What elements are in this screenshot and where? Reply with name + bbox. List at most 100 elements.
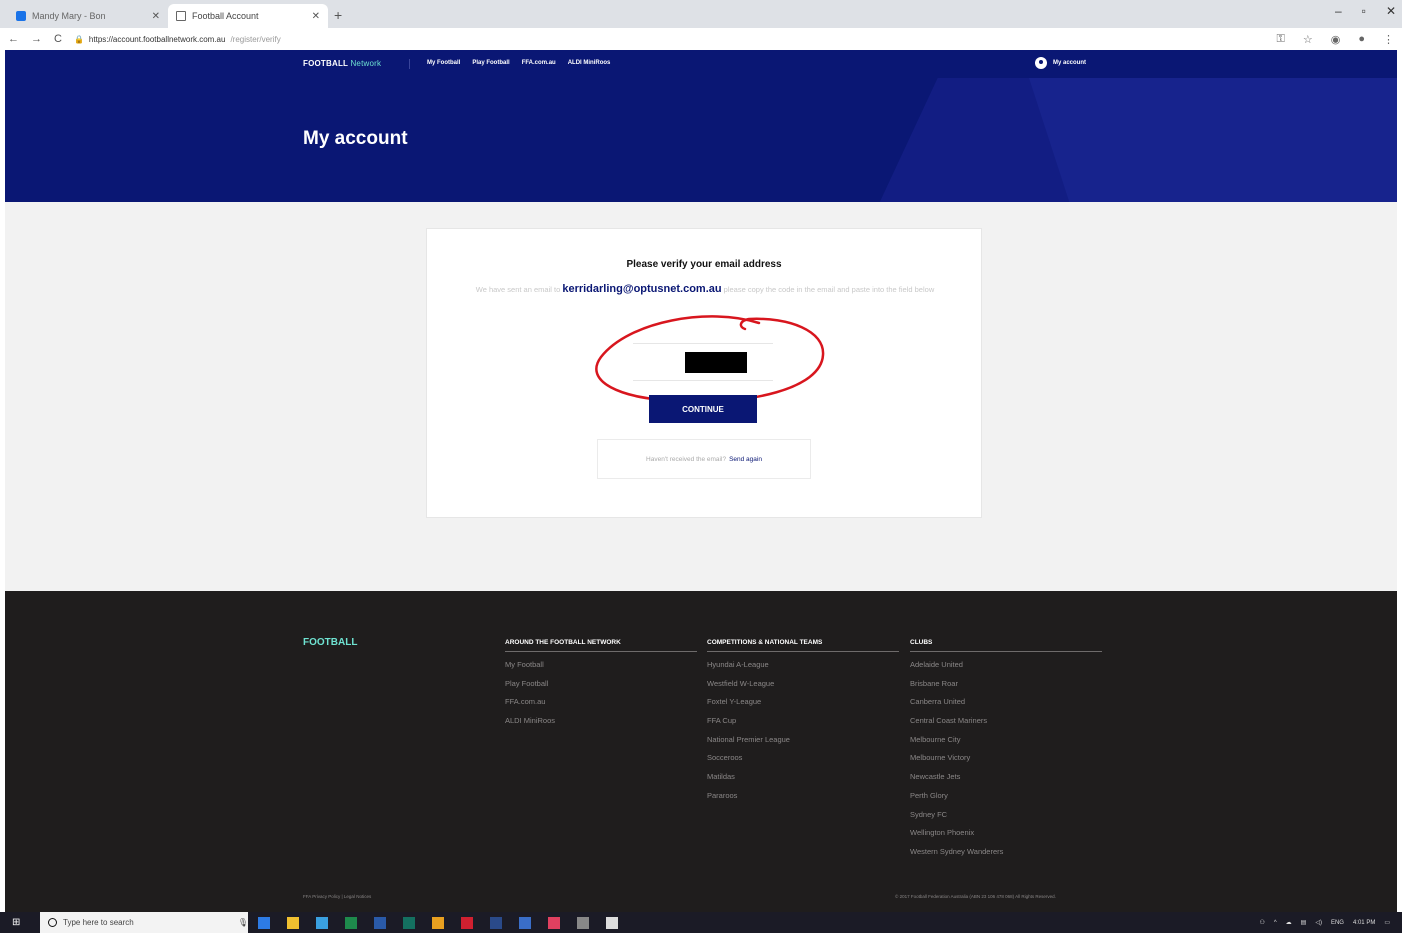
network-icon[interactable]: ▤ bbox=[1301, 919, 1307, 926]
people-icon[interactable] bbox=[519, 916, 531, 929]
volume-icon[interactable]: ◁) bbox=[1315, 919, 1322, 926]
footer-link[interactable]: Melbourne City bbox=[910, 735, 1102, 754]
send-again-link[interactable]: Send again bbox=[729, 456, 762, 463]
footer-link[interactable]: Hyundai A-League bbox=[707, 660, 899, 679]
taskbar-apps bbox=[258, 916, 618, 929]
footer-link[interactable]: Central Coast Mariners bbox=[910, 716, 1102, 735]
footer-link[interactable]: Pararoos bbox=[707, 791, 899, 810]
key-icon[interactable]: ⚿ bbox=[1276, 33, 1284, 46]
people-tray-icon[interactable]: ⚇ bbox=[1259, 919, 1264, 926]
footer-link[interactable]: Play Football bbox=[505, 679, 697, 698]
my-account-link[interactable]: My account bbox=[1035, 57, 1086, 69]
window-close-icon[interactable]: ✕ bbox=[1386, 4, 1396, 18]
reload-icon[interactable]: C bbox=[54, 33, 62, 45]
nav-link-my-football[interactable]: My Football bbox=[427, 60, 460, 66]
footer-column-clubs: CLUBS Adelaide United Brisbane Roar Canber… bbox=[910, 639, 1102, 866]
profile-icon[interactable]: ● bbox=[1358, 33, 1365, 46]
microphone-icon[interactable]: 🎙 bbox=[238, 918, 248, 927]
footer-link[interactable]: Westfield W-League bbox=[707, 679, 899, 698]
brand-suffix: Network bbox=[350, 59, 382, 68]
verify-email-address: kerridarling@optusnet.com.au bbox=[562, 283, 722, 295]
windows-start-icon[interactable]: ⊞ bbox=[12, 917, 30, 928]
main-content: Please verify your email address We have… bbox=[5, 202, 1397, 591]
publisher-icon[interactable] bbox=[403, 916, 415, 929]
site-logo[interactable]: FOOTBALL Network bbox=[303, 59, 381, 68]
footer-link[interactable]: Sydney FC bbox=[910, 810, 1102, 829]
browser-tab-1[interactable]: Mandy Mary - Bon ✕ bbox=[8, 4, 168, 28]
tab-close-icon[interactable]: ✕ bbox=[152, 11, 160, 22]
continue-button[interactable]: CONTINUE bbox=[649, 395, 757, 423]
footer-link[interactable]: Canberra United bbox=[910, 697, 1102, 716]
bookmark-star-icon[interactable]: ☆ bbox=[1303, 33, 1313, 46]
footer-link[interactable]: ALDI MiniRoos bbox=[505, 716, 697, 735]
footer-link[interactable]: Perth Glory bbox=[910, 791, 1102, 810]
photos-icon[interactable] bbox=[606, 916, 618, 929]
taskbar-search[interactable]: Type here to search 🎙 bbox=[40, 912, 248, 933]
verification-code-input[interactable] bbox=[633, 343, 773, 381]
onedrive-icon[interactable]: ☁ bbox=[1286, 919, 1292, 926]
show-hidden-icon[interactable]: ^ bbox=[1274, 920, 1277, 926]
maximize-icon[interactable]: ▫ bbox=[1362, 4, 1366, 18]
language-indicator[interactable]: ENG bbox=[1331, 920, 1344, 926]
footer-column-heading: AROUND THE FOOTBALL NETWORK bbox=[505, 639, 697, 652]
footer-legal-links[interactable]: FFA Privacy Policy | Legal Notices bbox=[303, 894, 371, 899]
footer-copyright: © 2017 Football Federation Australia (AB… bbox=[895, 894, 1056, 899]
nav-link-play-football[interactable]: Play Football bbox=[472, 60, 509, 66]
brand-name: FOOTBALL bbox=[303, 59, 349, 68]
notifications-icon[interactable]: ▭ bbox=[1384, 919, 1390, 926]
footer-link[interactable]: Foxtel Y-League bbox=[707, 697, 899, 716]
footer-link[interactable]: Matildas bbox=[707, 772, 899, 791]
file-explorer-icon[interactable] bbox=[287, 916, 299, 929]
forward-icon[interactable]: → bbox=[31, 33, 42, 45]
nav-links: My Football Play Football FFA.com.au ALD… bbox=[427, 60, 610, 66]
lightroom-icon[interactable] bbox=[490, 916, 502, 929]
verify-heading: Please verify your email address bbox=[626, 259, 782, 270]
app-icon[interactable] bbox=[577, 916, 589, 929]
footer-logo[interactable]: FOOTBALL bbox=[303, 637, 357, 648]
acrobat-icon[interactable] bbox=[461, 916, 473, 929]
footer-link[interactable]: Wellington Phoenix bbox=[910, 828, 1102, 847]
resend-question: Haven't received the email? bbox=[646, 455, 727, 463]
app-icon[interactable] bbox=[548, 916, 560, 929]
os-taskbar: ⊞ Type here to search 🎙 ⚇ ^ ☁ ▤ ◁) ENG 4… bbox=[0, 912, 1402, 933]
browser-tab-2[interactable]: Football Account ✕ bbox=[168, 4, 328, 28]
footer-link[interactable]: FFA.com.au bbox=[505, 697, 697, 716]
store-icon[interactable] bbox=[316, 916, 328, 929]
browser-chrome: Mandy Mary - Bon ✕ Football Account ✕ + … bbox=[0, 0, 1402, 50]
footer-link[interactable]: Socceroos bbox=[707, 753, 899, 772]
hero-banner: My account bbox=[5, 78, 1397, 202]
tab-strip: Mandy Mary - Bon ✕ Football Account ✕ + bbox=[0, 0, 1402, 28]
verify-message: We have sent an email to kerridarling@op… bbox=[467, 283, 943, 296]
chrome-icon[interactable] bbox=[432, 916, 444, 929]
verify-message-post: please copy the code in the email and pa… bbox=[721, 285, 935, 294]
footer-link[interactable]: National Premier League bbox=[707, 735, 899, 754]
footer-link[interactable]: Newcastle Jets bbox=[910, 772, 1102, 791]
nav-link-ffa[interactable]: FFA.com.au bbox=[522, 60, 556, 66]
tab-close-icon[interactable]: ✕ bbox=[312, 11, 320, 22]
new-tab-icon[interactable]: + bbox=[334, 7, 342, 23]
word-icon[interactable] bbox=[374, 916, 386, 929]
nav-link-miniroos[interactable]: ALDI MiniRoos bbox=[568, 60, 611, 66]
footer-link[interactable]: FFA Cup bbox=[707, 716, 899, 735]
resend-email-box: Haven't received the email? Send again bbox=[597, 439, 811, 479]
window-controls: – ▫ ✕ bbox=[1335, 4, 1396, 18]
url-main: https://account.footballnetwork.com.au bbox=[88, 34, 226, 44]
edge-icon[interactable] bbox=[258, 916, 270, 929]
footer-link[interactable]: My Football bbox=[505, 660, 697, 679]
footer-column-network: AROUND THE FOOTBALL NETWORK My Football P… bbox=[505, 639, 697, 735]
footer-link[interactable]: Western Sydney Wanderers bbox=[910, 847, 1102, 866]
back-icon[interactable]: ← bbox=[8, 33, 19, 45]
lock-icon: 🔒 bbox=[73, 34, 84, 44]
menu-icon[interactable]: ⋮ bbox=[1383, 33, 1394, 46]
excel-icon[interactable] bbox=[345, 916, 357, 929]
clock[interactable]: 4:01 PM bbox=[1353, 920, 1375, 926]
footer-link[interactable]: Brisbane Roar bbox=[910, 679, 1102, 698]
footer-link[interactable]: Melbourne Victory bbox=[910, 753, 1102, 772]
minimize-icon[interactable]: – bbox=[1335, 4, 1342, 18]
extension-icon[interactable]: ◉ bbox=[1331, 33, 1341, 46]
user-avatar-icon bbox=[1035, 57, 1047, 69]
footer-link[interactable]: Adelaide United bbox=[910, 660, 1102, 679]
footer-link-list: Hyundai A-League Westfield W-League Foxtel… bbox=[707, 660, 899, 810]
address-bar[interactable]: 🔒 https://account.footballnetwork.com.au… bbox=[74, 35, 281, 44]
browser-toolbar: ← → C 🔒 https://account.footballnetwork.… bbox=[0, 28, 1402, 50]
